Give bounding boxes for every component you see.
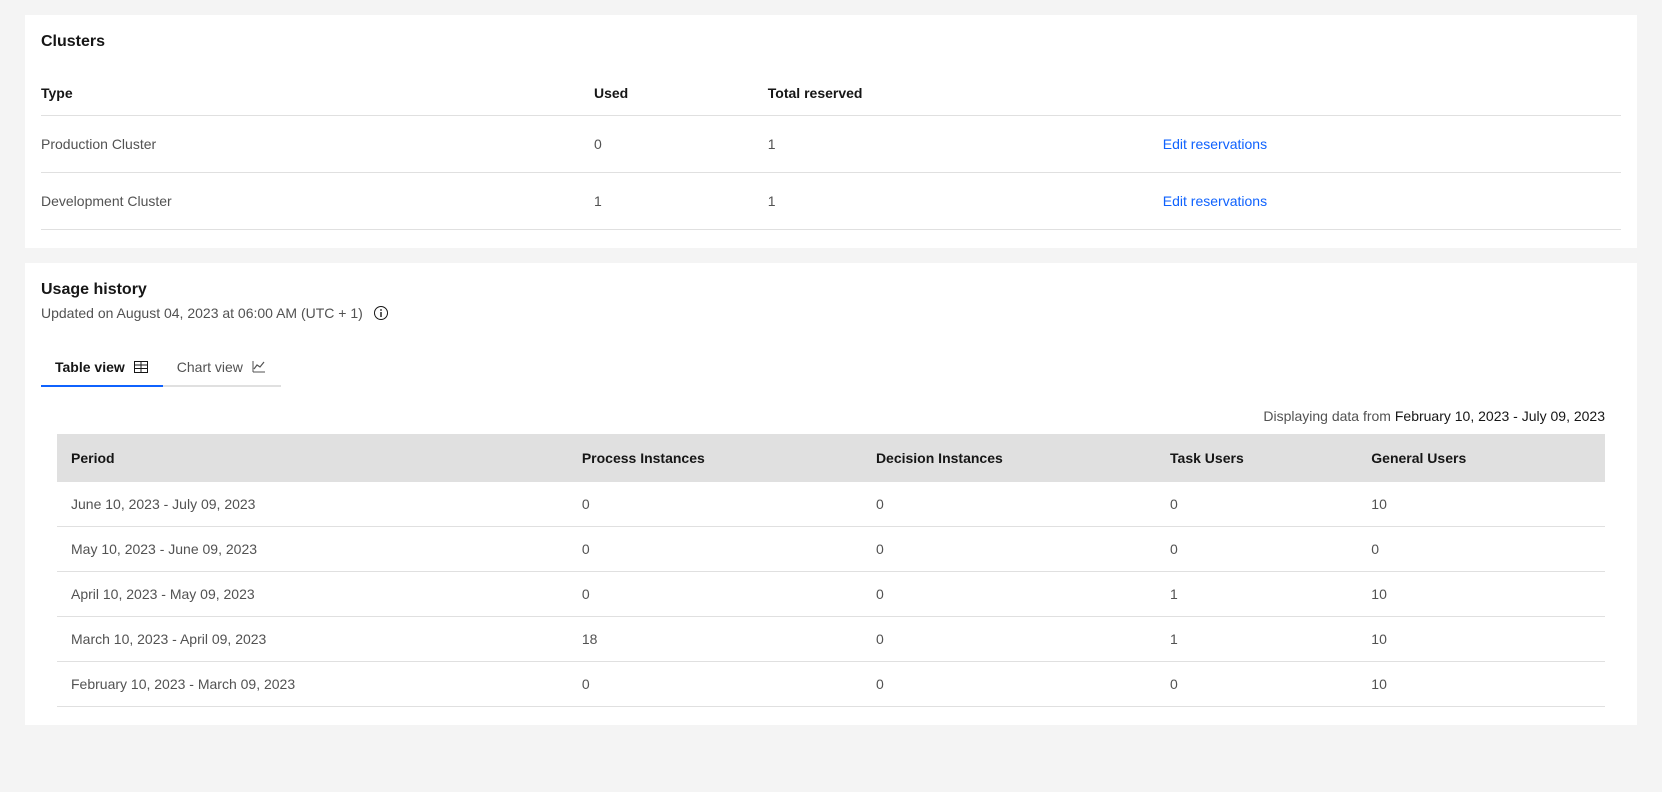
usage-general-users: 10	[1357, 482, 1605, 527]
usage-row: May 10, 2023 - June 09, 2023 0 0 0 0	[57, 527, 1605, 572]
clusters-card: Clusters Type Used Total reserved Produc…	[25, 15, 1637, 248]
usage-row: June 10, 2023 - July 09, 2023 0 0 0 10	[57, 482, 1605, 527]
clusters-table: Type Used Total reserved Production Clus…	[41, 71, 1621, 230]
tab-table-view[interactable]: Table view	[41, 349, 163, 387]
usage-decision-instances: 0	[862, 527, 1156, 572]
clusters-header-type: Type	[41, 71, 594, 116]
usage-decision-instances: 0	[862, 662, 1156, 707]
usage-process-instances: 0	[568, 527, 862, 572]
tab-chart-view-label: Chart view	[177, 359, 243, 375]
usage-task-users: 1	[1156, 617, 1357, 662]
usage-updated-text: Updated on August 04, 2023 at 06:00 AM (…	[41, 305, 363, 321]
usage-history-title: Usage history	[41, 281, 1621, 299]
usage-row: March 10, 2023 - April 09, 2023 18 0 1 1…	[57, 617, 1605, 662]
usage-header-task-users: Task Users	[1156, 434, 1357, 482]
usage-decision-instances: 0	[862, 617, 1156, 662]
data-range-row: Displaying data from February 10, 2023 -…	[41, 408, 1621, 424]
usage-view-tabs: Table view Chart view	[41, 349, 1621, 388]
usage-period: June 10, 2023 - July 09, 2023	[57, 482, 568, 527]
cluster-type: Development Cluster	[41, 173, 594, 230]
usage-header-general-users: General Users	[1357, 434, 1605, 482]
usage-task-users: 0	[1156, 482, 1357, 527]
usage-period: February 10, 2023 - March 09, 2023	[57, 662, 568, 707]
cluster-used: 0	[594, 116, 768, 173]
clusters-header-total: Total reserved	[768, 71, 1163, 116]
usage-period: March 10, 2023 - April 09, 2023	[57, 617, 568, 662]
usage-row: April 10, 2023 - May 09, 2023 0 0 1 10	[57, 572, 1605, 617]
cluster-total: 1	[768, 173, 1163, 230]
usage-process-instances: 18	[568, 617, 862, 662]
chart-icon	[251, 359, 267, 375]
clusters-header-used: Used	[594, 71, 768, 116]
cluster-type: Production Cluster	[41, 116, 594, 173]
clusters-title: Clusters	[41, 33, 1621, 51]
usage-process-instances: 0	[568, 662, 862, 707]
clusters-row: Development Cluster 1 1 Edit reservation…	[41, 173, 1621, 230]
usage-header-period: Period	[57, 434, 568, 482]
usage-process-instances: 0	[568, 482, 862, 527]
clusters-header-action	[1163, 71, 1621, 116]
usage-general-users: 10	[1357, 572, 1605, 617]
usage-history-subtitle-row: Updated on August 04, 2023 at 06:00 AM (…	[41, 305, 1621, 321]
usage-decision-instances: 0	[862, 482, 1156, 527]
usage-history-table: Period Process Instances Decision Instan…	[57, 434, 1605, 707]
usage-general-users: 10	[1357, 617, 1605, 662]
usage-period: May 10, 2023 - June 09, 2023	[57, 527, 568, 572]
usage-history-card: Usage history Updated on August 04, 2023…	[25, 263, 1637, 725]
tab-table-view-label: Table view	[55, 359, 125, 375]
usage-period: April 10, 2023 - May 09, 2023	[57, 572, 568, 617]
usage-row: February 10, 2023 - March 09, 2023 0 0 0…	[57, 662, 1605, 707]
usage-header-decision-instances: Decision Instances	[862, 434, 1156, 482]
info-icon[interactable]	[373, 305, 389, 321]
usage-general-users: 10	[1357, 662, 1605, 707]
usage-task-users: 1	[1156, 572, 1357, 617]
data-range-label: Displaying data from	[1263, 408, 1395, 424]
cluster-used: 1	[594, 173, 768, 230]
clusters-row: Production Cluster 0 1 Edit reservations	[41, 116, 1621, 173]
usage-process-instances: 0	[568, 572, 862, 617]
edit-reservations-link[interactable]: Edit reservations	[1163, 136, 1267, 152]
edit-reservations-link[interactable]: Edit reservations	[1163, 193, 1267, 209]
usage-task-users: 0	[1156, 662, 1357, 707]
usage-decision-instances: 0	[862, 572, 1156, 617]
tab-chart-view[interactable]: Chart view	[163, 349, 281, 387]
usage-general-users: 0	[1357, 527, 1605, 572]
cluster-total: 1	[768, 116, 1163, 173]
table-icon	[133, 359, 149, 375]
usage-task-users: 0	[1156, 527, 1357, 572]
data-range-value: February 10, 2023 - July 09, 2023	[1395, 408, 1605, 424]
usage-header-process-instances: Process Instances	[568, 434, 862, 482]
